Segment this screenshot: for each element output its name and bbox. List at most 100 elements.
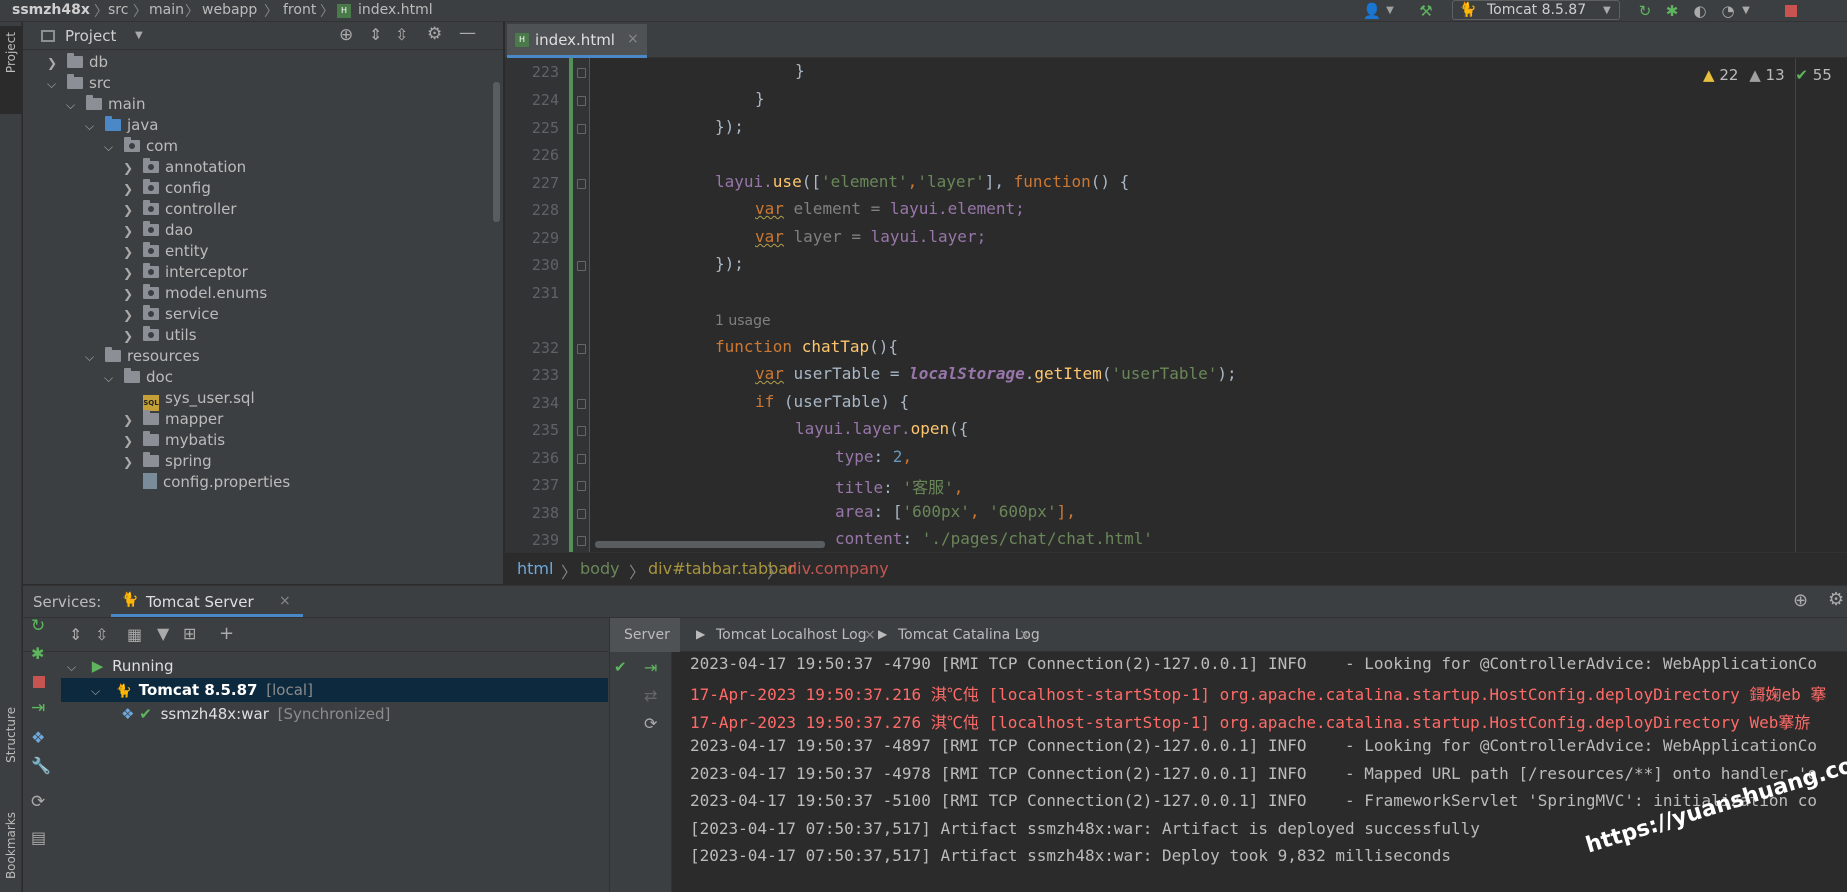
chevron-down-icon[interactable]: ⌵ [104,135,116,160]
crumb-html[interactable]: html [517,559,553,578]
vcs-change-marker[interactable] [569,58,573,552]
log-line: 2023-04-17 19:50:37 -5100 [RMI TCP Conne… [690,791,1818,810]
scrollbar[interactable] [493,82,500,222]
fold-marker-icon[interactable] [577,426,586,436]
rerun-icon[interactable]: ↻ [31,616,45,636]
new-group-icon[interactable]: ⊞ [183,624,196,643]
horizontal-scrollbar[interactable] [595,541,825,548]
chevron-right-icon[interactable]: ❯ [123,450,135,475]
chevron-down-icon[interactable]: ⌵ [104,366,116,391]
bookmarks-tool-label[interactable]: Bookmarks [4,812,18,879]
run-configuration-select[interactable]: 🐈 Tomcat 8.5.87 ▼ [1452,0,1620,20]
hammer-icon[interactable]: ⚒ [1416,1,1436,21]
services-toolbar: ⇕ ⇳ ▦ ▼ ⊞ + [23,618,608,652]
filter-icon[interactable]: ▼ [157,624,169,643]
refresh-icon[interactable]: ⟳ [31,792,45,812]
fold-marker-icon[interactable] [577,399,586,409]
project-tool-tab[interactable]: Project [0,26,22,114]
chevron-down-icon[interactable]: ▼ [1380,1,1400,21]
close-icon[interactable]: × [627,31,639,47]
minimize-icon[interactable]: — [459,23,476,43]
tree-item-running[interactable]: ⌵ ▶ Running [61,654,174,678]
user-icon[interactable]: 👤 [1362,1,1382,21]
crumb-div-company[interactable]: div.company [787,559,889,578]
code-token: }); [715,254,744,273]
expand-all-icon[interactable]: ⇕ [369,25,382,44]
coverage-icon[interactable]: ◐ [1690,1,1710,21]
redeploy-icon[interactable]: ⇄ [644,686,657,705]
gear-icon[interactable]: ⚙ [1828,589,1844,610]
chevron-down-icon[interactable]: ⌵ [85,345,97,370]
refresh-icon[interactable]: ⟳ [644,714,657,733]
chevron-down-icon[interactable]: ⌵ [85,114,97,139]
tab-server[interactable]: Server [610,618,680,652]
debug-icon[interactable]: ✱ [31,644,44,663]
group-by-icon[interactable]: ▦ [127,625,142,644]
close-icon[interactable]: × [1019,627,1031,643]
breadcrumb-src[interactable]: src [108,2,128,18]
update-app-icon[interactable]: ⇥ [644,658,657,677]
chevron-down-icon[interactable]: ▼ [135,30,143,41]
breadcrumb-main[interactable]: main [149,2,184,18]
code-line-223: } [795,61,805,80]
breadcrumb-file[interactable]: index.html [358,2,433,18]
deploy-icon[interactable]: ❖ [31,728,45,747]
fold-marker-icon[interactable] [577,68,586,78]
fold-marker-icon[interactable] [577,344,586,354]
inspection-widget[interactable]: ▲ 22 ▲ 13 ✔ 55 [1703,66,1832,84]
wrench-icon[interactable]: 🔧 [31,756,51,775]
weak-warning-icon: ▲ [1749,66,1761,84]
rerun-icon[interactable]: ↻ [1635,1,1655,21]
chevron-down-icon[interactable]: ⌵ [66,93,78,118]
fold-marker-icon[interactable] [577,96,586,106]
fold-marker-icon[interactable] [577,261,586,271]
locate-icon[interactable]: ⊕ [339,25,353,45]
tab-tomcat-server[interactable]: 🐈 Tomcat Server × [111,586,303,617]
folder-icon [143,431,159,446]
close-icon[interactable]: × [864,627,876,643]
project-panel: Project ▼ ⊕ ⇕ ⇳ ⚙ — ❯ db ⌵ src ⌵ main ⌵ java… [23,22,503,584]
layout-icon[interactable]: ▤ [31,828,46,847]
fold-marker-icon[interactable] [577,509,586,519]
fold-marker-icon[interactable] [577,124,586,134]
fold-marker-icon[interactable] [577,536,586,546]
structure-tool-label[interactable]: Structure [4,707,18,763]
stop-icon[interactable] [1785,5,1797,17]
code-token: type [835,447,874,466]
fold-marker-icon[interactable] [577,481,586,491]
close-icon[interactable]: × [279,593,291,609]
crumb-body[interactable]: body [580,559,620,578]
tree-item-tomcat-server[interactable]: ⌵ 🐈 Tomcat 8.5.87 [local] [61,678,313,702]
code-token: 'element' [820,172,908,191]
chevron-down-icon[interactable]: ⌵ [67,655,79,679]
code-token: ( [1101,364,1112,383]
code-token: title [835,478,884,497]
project-panel-title[interactable]: Project [65,27,116,45]
fold-marker-icon[interactable] [577,454,586,464]
usage-hint[interactable]: 1 usage [715,313,771,329]
tab-localhost-log[interactable]: Tomcat Localhost Log [716,627,867,643]
collapse-all-icon[interactable]: ⇳ [395,25,408,44]
code-editor[interactable]: 223 224 225 226 227 228 229 230 231 232 … [505,58,1847,552]
chevron-down-icon[interactable]: ▼ [1736,1,1756,21]
tab-index-html[interactable]: H index.html × [507,24,647,58]
collapse-all-icon[interactable]: ⇳ [95,625,108,644]
expand-all-icon[interactable]: ⇕ [69,625,82,644]
stop-icon[interactable] [33,676,45,688]
debug-icon[interactable]: ✱ [1662,1,1682,21]
breadcrumb-project[interactable]: ssmzh48x [12,2,90,18]
tree-item-config-properties[interactable]: config.properties [135,470,290,495]
fold-marker-icon[interactable] [577,179,586,189]
chevron-down-icon[interactable]: ⌵ [91,679,103,703]
tree-item-artifact[interactable]: ❖ ✔ ssmzh48x:war [Synchronized] [61,702,390,726]
code-token: : [883,478,903,497]
breadcrumb-webapp[interactable]: webapp [202,2,257,18]
update-app-icon[interactable]: ⇥ [31,698,45,718]
breadcrumb-front[interactable]: front [283,2,316,18]
gear-icon[interactable]: ⚙ [427,24,442,44]
profile-icon[interactable]: ◔ [1718,1,1738,21]
add-service-icon[interactable]: + [219,623,234,644]
chevron-down-icon[interactable]: ⌵ [47,72,59,97]
locate-icon[interactable]: ⊕ [1793,590,1808,611]
line-number: 238 [531,504,559,522]
